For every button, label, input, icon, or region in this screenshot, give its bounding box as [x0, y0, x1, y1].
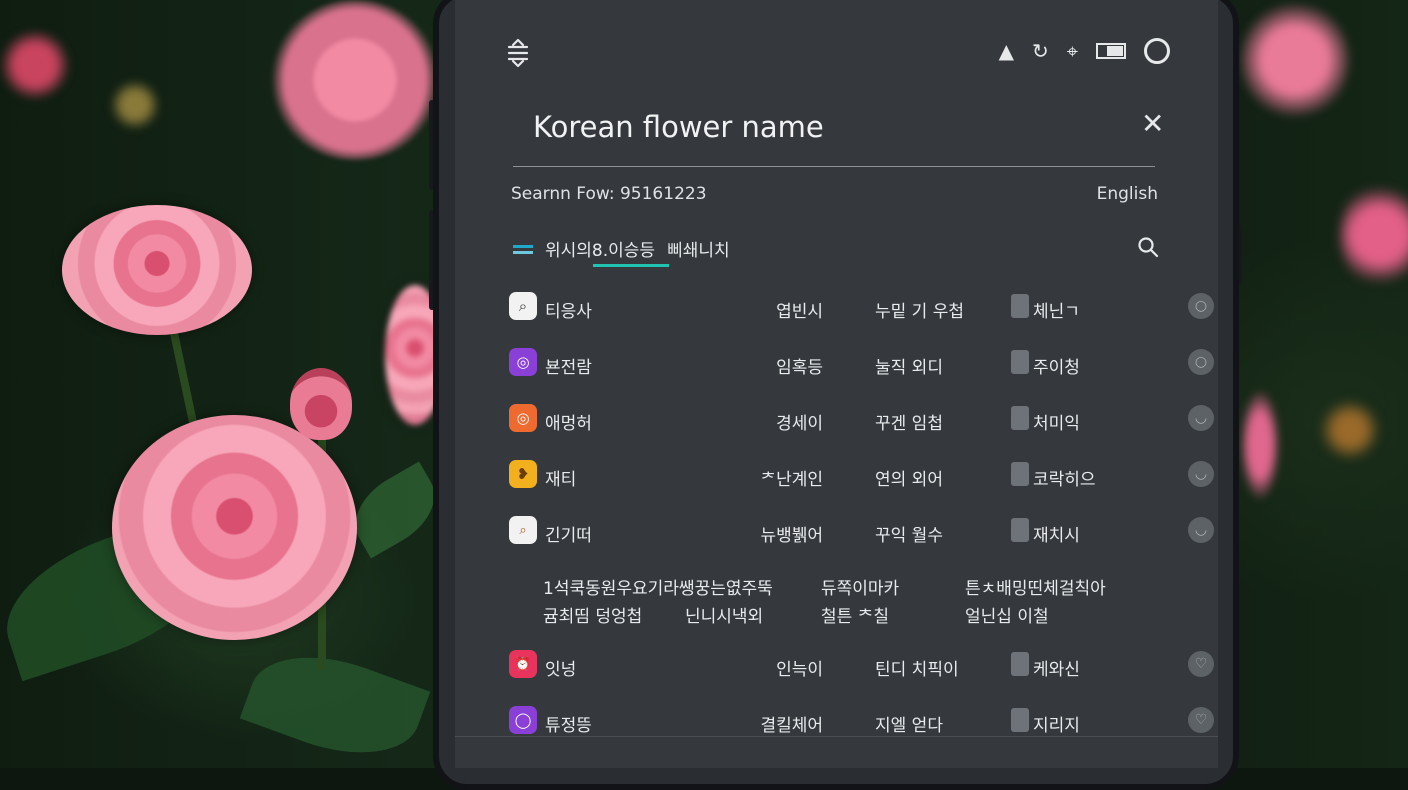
- item-col3: 눌직 외디: [875, 358, 943, 378]
- circle-icon[interactable]: [1144, 38, 1170, 64]
- search-icon[interactable]: [1137, 236, 1159, 258]
- text-block: 튼ㅊ배밍띤체걸칙아: [965, 574, 1106, 599]
- divider: [513, 166, 1155, 167]
- item-col4: 재치시: [1033, 526, 1080, 546]
- status-icon[interactable]: ○: [1188, 349, 1214, 375]
- block-text: 닌니시낵외: [685, 607, 764, 627]
- item-col4: 주이청: [1033, 358, 1080, 378]
- item-col2: 엽빈시: [776, 302, 823, 322]
- block-text: 1석쿡동원우요기라쌩꿍는엾주뚝: [543, 579, 773, 599]
- bird-app-icon: ❥: [509, 460, 537, 488]
- battery-icon: [1096, 43, 1126, 59]
- item-col4: 지리지: [1033, 716, 1080, 736]
- item-marker: [1011, 652, 1029, 676]
- tab-bar: 위시의8.이승등 삐쇄니치: [513, 236, 730, 261]
- item-col2: 결킬체어: [760, 716, 823, 736]
- item-col2: ᅔ난계인: [760, 470, 823, 490]
- list-item[interactable]: ◎ 뵨전람 임혹등 눌직 외디 주이청 ○: [509, 344, 1214, 384]
- item-name: 티응사: [545, 302, 592, 322]
- item-name: 긴기떠: [545, 526, 592, 546]
- text-block: 닌니시낵외: [685, 602, 763, 627]
- list-item[interactable]: ⌕ 티응사 엽빈시 누밑 기 우첩 체닌ㄱ ○: [509, 288, 1214, 328]
- list-item[interactable]: ◎ 애멍허 경세이 꾸겐 임첩 처미익 ◡: [509, 400, 1214, 440]
- text-block: 귬최띰 덩엉첩: [543, 602, 642, 627]
- item-col4: 체닌ㄱ: [1033, 302, 1080, 322]
- text-block: 철튼 ᄎ칠: [821, 602, 889, 627]
- camera-app-icon: ◎: [509, 404, 537, 432]
- language-selector[interactable]: English: [1097, 184, 1158, 204]
- block-text: 튼ㅊ배밍띤체걸칙아: [965, 579, 1106, 599]
- item-marker: [1011, 708, 1029, 732]
- magnifier-app-icon: ⌕: [509, 516, 537, 544]
- item-col2: 인늑이: [776, 660, 823, 680]
- alarm-app-icon: ⏰: [509, 650, 537, 678]
- item-col2: 임혹등: [776, 358, 823, 378]
- text-block: 1석쿡동원우요기라쌩꿍는엾주뚝: [543, 574, 773, 599]
- warning-icon: ▲: [998, 39, 1014, 63]
- item-col2: 경세이: [776, 414, 823, 434]
- item-col3: 틴디 치픽이: [875, 660, 959, 680]
- menu-icon[interactable]: [505, 36, 531, 70]
- item-col3: 꾸익 월수: [875, 526, 943, 546]
- item-col3: 연의 외어: [875, 470, 943, 490]
- active-tab-indicator: [593, 264, 669, 267]
- item-name: 잇넝: [545, 660, 577, 680]
- item-col3: 지엘 얻다: [875, 716, 943, 736]
- item-marker: [1011, 294, 1029, 318]
- item-col4: 코락히으: [1033, 470, 1096, 490]
- heart-icon[interactable]: ♡: [1188, 651, 1214, 677]
- phone-screen: ▲ ↻ ⌖ Korean flower name ✕ Searnn Fow: 9…: [455, 0, 1218, 768]
- close-icon[interactable]: ✕: [1141, 110, 1164, 138]
- item-col2: 뉴뱅뷁어: [760, 526, 823, 546]
- block-text: 듀쪽이마카: [821, 579, 900, 599]
- status-icon[interactable]: ◡: [1188, 517, 1214, 543]
- search-title[interactable]: Korean flower name: [533, 110, 824, 144]
- status-icon[interactable]: ○: [1188, 293, 1214, 319]
- search-app-icon: ⌕: [509, 292, 537, 320]
- block-text: 얼닌십 이철: [965, 607, 1049, 627]
- item-marker: [1011, 462, 1029, 486]
- item-col3: 꾸겐 임첩: [875, 414, 943, 434]
- item-name: 애멍허: [545, 414, 592, 434]
- item-marker: [1011, 518, 1029, 542]
- status-bar: ▲ ↻ ⌖: [999, 38, 1170, 64]
- list-icon: [513, 242, 533, 256]
- circle-app-icon: ◯: [509, 706, 537, 734]
- list-item[interactable]: ⌕ 긴기떠 뉴뱅뷁어 꾸익 월수 재치시 ◡: [509, 512, 1214, 552]
- tab-1[interactable]: 위시의8.이승등: [545, 236, 655, 261]
- item-name: 재티: [545, 470, 577, 490]
- item-col4: 처미익: [1033, 414, 1080, 434]
- text-block: 얼닌십 이철: [965, 602, 1049, 627]
- list-item[interactable]: ❥ 재티 ᅔ난계인 연의 외어 코락히으 ◡: [509, 456, 1214, 496]
- block-text: 철튼 ᄎ칠: [821, 607, 889, 627]
- item-col3: 누밑 기 우첩: [875, 302, 965, 322]
- text-block: 듀쪽이마카: [821, 574, 899, 599]
- list-item[interactable]: ⏰ 잇넝 인늑이 틴디 치픽이 케와신 ♡: [509, 646, 1214, 686]
- item-name: 뵨전람: [545, 358, 592, 378]
- status-icon[interactable]: ◡: [1188, 405, 1214, 431]
- hook-icon: ↻: [1031, 39, 1049, 63]
- item-marker: [1011, 350, 1029, 374]
- block-text: 귬최띰 덩엉첩: [543, 607, 643, 627]
- heart-icon[interactable]: ♡: [1188, 707, 1214, 733]
- search-subtitle: Searnn Fow: 95161223: [511, 184, 707, 204]
- bottom-divider: [455, 736, 1218, 737]
- status-icon[interactable]: ◡: [1188, 461, 1214, 487]
- location-icon: ⌖: [1066, 39, 1078, 63]
- tab-2[interactable]: 삐쇄니치: [667, 236, 730, 261]
- item-col4: 케와신: [1033, 660, 1080, 680]
- camera-app-icon: ◎: [509, 348, 537, 376]
- item-name: 튜정뜽: [545, 716, 592, 736]
- item-marker: [1011, 406, 1029, 430]
